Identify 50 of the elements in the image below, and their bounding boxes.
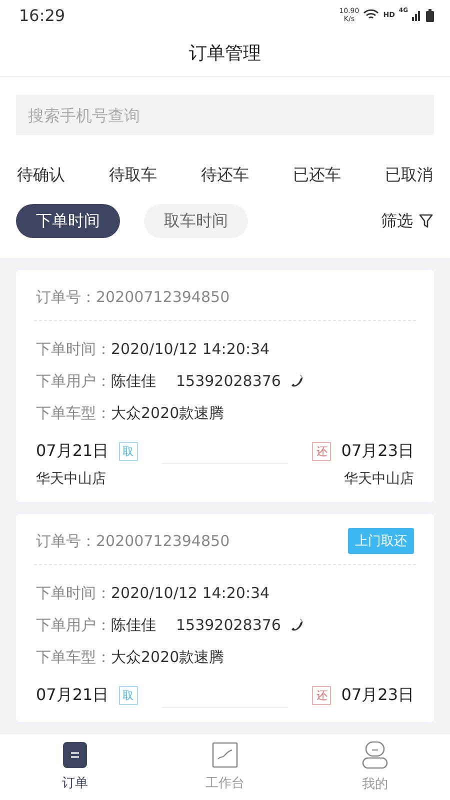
order-time: 2020/10/12 14:20:34 [111, 340, 270, 358]
customer-name: 陈佳佳 [111, 616, 156, 634]
field-label: 下单车型： [36, 404, 111, 422]
order-card[interactable]: 订单号：20200712394850 上门取还 下单时间：2020/10/12 14:20:34 下单用户：陈佳佳 15392028376 下单车型：大众2020款速腾 07月21日 取 还 07月23日 [16, 514, 434, 722]
phone-number: 15392028376 [176, 372, 281, 390]
status-tab[interactable]: 已取消 [385, 165, 433, 186]
field-label: 下单用户： [36, 616, 111, 634]
filter-icon [419, 214, 433, 228]
phone-icon[interactable] [290, 374, 303, 388]
pickup-tag: 取 [118, 686, 138, 705]
sort-button[interactable]: 下单时间 [16, 204, 120, 238]
status-time: 16:29 [19, 6, 66, 24]
phone-number: 15392028376 [176, 616, 281, 634]
field-label: 下单时间： [36, 340, 111, 358]
person-icon [362, 741, 388, 769]
signal-icon [412, 9, 422, 21]
status-tab[interactable]: 待取车 [109, 165, 157, 186]
status-tab[interactable]: 已还车 [293, 165, 341, 186]
battery-icon [426, 8, 434, 22]
service-tag: 上门取还 [348, 528, 414, 554]
return-date: 07月23日 [341, 685, 414, 706]
filter-button[interactable]: 筛选 [381, 210, 433, 232]
sort-button[interactable]: 取车时间 [144, 204, 248, 238]
return-store: 华天中山店 [344, 470, 414, 488]
page-title: 订单管理 [189, 42, 261, 65]
order-number: 订单号：20200712394850 [36, 288, 230, 306]
order-time: 2020/10/12 14:20:34 [111, 584, 270, 602]
order-number: 订单号：20200712394850 [36, 532, 230, 550]
car-model: 大众2020款速腾 [111, 404, 224, 422]
status-tab[interactable]: 待还车 [201, 165, 249, 186]
pickup-store: 华天中山店 [36, 470, 107, 488]
chart-icon [212, 742, 238, 768]
field-label: 下单时间： [36, 584, 111, 602]
document-icon [63, 742, 87, 768]
return-tag: 还 [312, 442, 332, 461]
field-label: 下单用户： [36, 372, 111, 390]
search-field[interactable]: 搜索手机号查询 [16, 95, 434, 135]
car-model: 大众2020款速腾 [111, 648, 224, 666]
status-tab[interactable]: 待确认 [17, 165, 65, 186]
pickup-date: 07月21日 [36, 441, 109, 462]
pickup-tag: 取 [118, 442, 138, 461]
wifi-icon [363, 9, 380, 21]
return-date: 07月23日 [341, 441, 414, 462]
pickup-date: 07月21日 [36, 685, 109, 706]
return-tag: 还 [312, 686, 332, 705]
order-card[interactable]: 订单号：20200712394850 下单时间：2020/10/12 14:20:34 下单用户：陈佳佳 15392028376 下单车型：大众2020款速腾 07月21日 取 华天中山店 还 07月23日 华天中山店 [16, 270, 434, 502]
field-label: 下单车型： [36, 648, 111, 666]
nav-tab[interactable]: 订单 [25, 734, 125, 800]
phone-icon[interactable] [290, 618, 303, 632]
customer-name: 陈佳佳 [111, 372, 156, 390]
